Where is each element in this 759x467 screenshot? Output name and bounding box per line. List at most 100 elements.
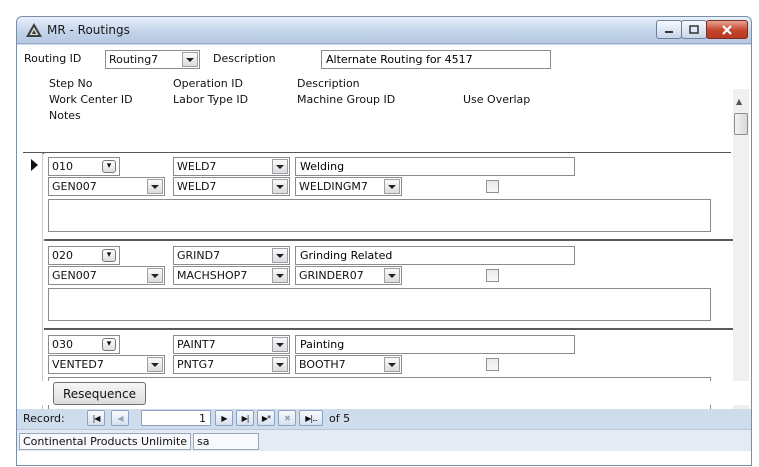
work-center-dropdown-button[interactable] [147, 179, 163, 194]
labor-type-dropdown-button[interactable] [272, 268, 288, 283]
operation-id-dropdown-button[interactable] [272, 337, 288, 352]
operation-id-value: WELD7 [177, 160, 217, 173]
routing-description-field[interactable]: Alternate Routing for 4517 [321, 50, 551, 69]
routing-step-row: 010 ▾ WELD7 Welding GEN007 WELD7 WELDING… [44, 153, 733, 241]
status-user: sa [193, 433, 259, 450]
col-step-no: Step No [49, 77, 93, 90]
chevron-down-icon [151, 362, 159, 367]
col-use-overlap: Use Overlap [463, 93, 531, 106]
next-record-button[interactable]: ▶ [215, 410, 233, 426]
work-center-dropdown-button[interactable] [147, 357, 163, 372]
machine-group-value: BOOTH7 [299, 358, 346, 371]
use-overlap-checkbox[interactable] [486, 269, 499, 282]
routing-id-value: Routing7 [109, 53, 159, 66]
operation-id-combo[interactable]: GRIND7 [173, 246, 290, 265]
labor-type-dropdown-button[interactable] [272, 179, 288, 194]
labor-type-combo[interactable]: MACHSHOP7 [173, 266, 290, 285]
notes-field[interactable] [48, 288, 711, 321]
close-button[interactable] [706, 20, 748, 39]
machine-group-combo[interactable]: GRINDER07 [295, 266, 402, 285]
chevron-down-icon [276, 253, 284, 258]
current-record-icon [31, 159, 38, 171]
chevron-down-icon [276, 342, 284, 347]
chevron-down-icon [276, 362, 284, 367]
step-no-spin-icon[interactable]: ▾ [102, 249, 116, 262]
machine-group-value: GRINDER07 [299, 269, 364, 282]
minimize-button[interactable] [656, 20, 682, 39]
work-center-value: GEN007 [52, 180, 97, 193]
machine-group-dropdown-button[interactable] [384, 268, 400, 283]
step-no-value: 010 [52, 160, 73, 173]
chevron-down-icon [388, 362, 396, 367]
work-center-dropdown-button[interactable] [147, 268, 163, 283]
step-no-value: 020 [52, 249, 73, 262]
operation-id-combo[interactable]: WELD7 [173, 157, 290, 176]
chevron-down-icon [186, 57, 194, 62]
previous-record-button[interactable]: ◀ [111, 410, 129, 426]
work-center-combo[interactable]: GEN007 [48, 266, 165, 285]
operation-id-combo[interactable]: PAINT7 [173, 335, 290, 354]
record-navigation-bar: Record: |◀ ◀ 1 ▶ ▶| ▶* ✖ ▶|... of 5 [17, 409, 751, 429]
app-triangle-icon [26, 23, 42, 37]
labor-type-value: PNTG7 [177, 358, 215, 371]
record-label: Record: [23, 412, 65, 425]
chevron-down-icon [276, 164, 284, 169]
col-machine-group-id: Machine Group ID [297, 93, 396, 106]
operation-id-dropdown-button[interactable] [272, 248, 288, 263]
chevron-down-icon [276, 184, 284, 189]
step-no-spin-icon[interactable]: ▾ [102, 338, 116, 351]
labor-type-combo[interactable]: PNTG7 [173, 355, 290, 374]
description-label: Description [213, 52, 276, 65]
step-description-field[interactable]: Painting [295, 335, 575, 354]
step-no-value: 030 [52, 338, 73, 351]
work-center-combo[interactable]: VENTED7 [48, 355, 165, 374]
chevron-down-icon [151, 184, 159, 189]
use-overlap-checkbox[interactable] [486, 180, 499, 193]
work-center-combo[interactable]: GEN007 [48, 177, 165, 196]
last-record-button[interactable]: ▶| [236, 410, 254, 426]
machine-group-dropdown-button[interactable] [384, 357, 400, 372]
operation-id-dropdown-button[interactable] [272, 159, 288, 174]
status-bar: Continental Products Unlimite sa [17, 429, 751, 451]
step-no-field[interactable]: 020 ▾ [48, 246, 120, 265]
step-description-field[interactable]: Grinding Related [295, 246, 575, 265]
machine-group-combo[interactable]: WELDINGM7 [295, 177, 402, 196]
delete-record-button[interactable]: ✖ [278, 410, 296, 426]
scroll-up-icon[interactable]: ▲ [736, 97, 742, 106]
routing-id-dropdown-button[interactable] [182, 52, 198, 67]
col-notes: Notes [49, 109, 81, 122]
status-company: Continental Products Unlimite [19, 433, 191, 450]
labor-type-value: WELD7 [177, 180, 217, 193]
step-no-field[interactable]: 010 ▾ [48, 157, 120, 176]
chevron-down-icon [388, 273, 396, 278]
record-count: of 5 [329, 412, 351, 425]
resequence-button[interactable]: Resequence [53, 382, 146, 405]
col-operation-id: Operation ID [173, 77, 243, 90]
machine-group-combo[interactable]: BOOTH7 [295, 355, 402, 374]
machine-group-value: WELDINGM7 [299, 180, 368, 193]
window-title: MR - Routings [47, 23, 130, 37]
current-record-field[interactable]: 1 [141, 410, 211, 426]
record-selector-column[interactable] [23, 153, 43, 411]
resequence-label: Resequence [63, 387, 136, 401]
labor-type-value: MACHSHOP7 [177, 269, 248, 282]
use-overlap-checkbox[interactable] [486, 358, 499, 371]
vertical-scrollbar[interactable]: ▲ ▼ [733, 89, 749, 431]
maximize-button[interactable] [681, 20, 707, 39]
step-no-spin-icon[interactable]: ▾ [102, 160, 116, 173]
notes-field[interactable] [48, 199, 711, 232]
step-no-field[interactable]: 030 ▾ [48, 335, 120, 354]
scrollbar-thumb[interactable] [734, 113, 748, 135]
first-record-button[interactable]: |◀ [87, 410, 105, 426]
resequence-text: Resequence [62, 386, 136, 401]
filter-record-button[interactable]: ▶|... [299, 410, 323, 426]
new-record-button[interactable]: ▶* [257, 410, 275, 426]
step-description-field[interactable]: Welding [295, 157, 575, 176]
machine-group-dropdown-button[interactable] [384, 179, 400, 194]
routing-id-combo[interactable]: Routing7 [105, 50, 200, 69]
routing-step-row: 020 ▾ GRIND7 Grinding Related GEN007 MAC… [44, 242, 733, 330]
chevron-down-icon [388, 184, 396, 189]
labor-type-dropdown-button[interactable] [272, 357, 288, 372]
maximize-icon [689, 25, 699, 34]
labor-type-combo[interactable]: WELD7 [173, 177, 290, 196]
